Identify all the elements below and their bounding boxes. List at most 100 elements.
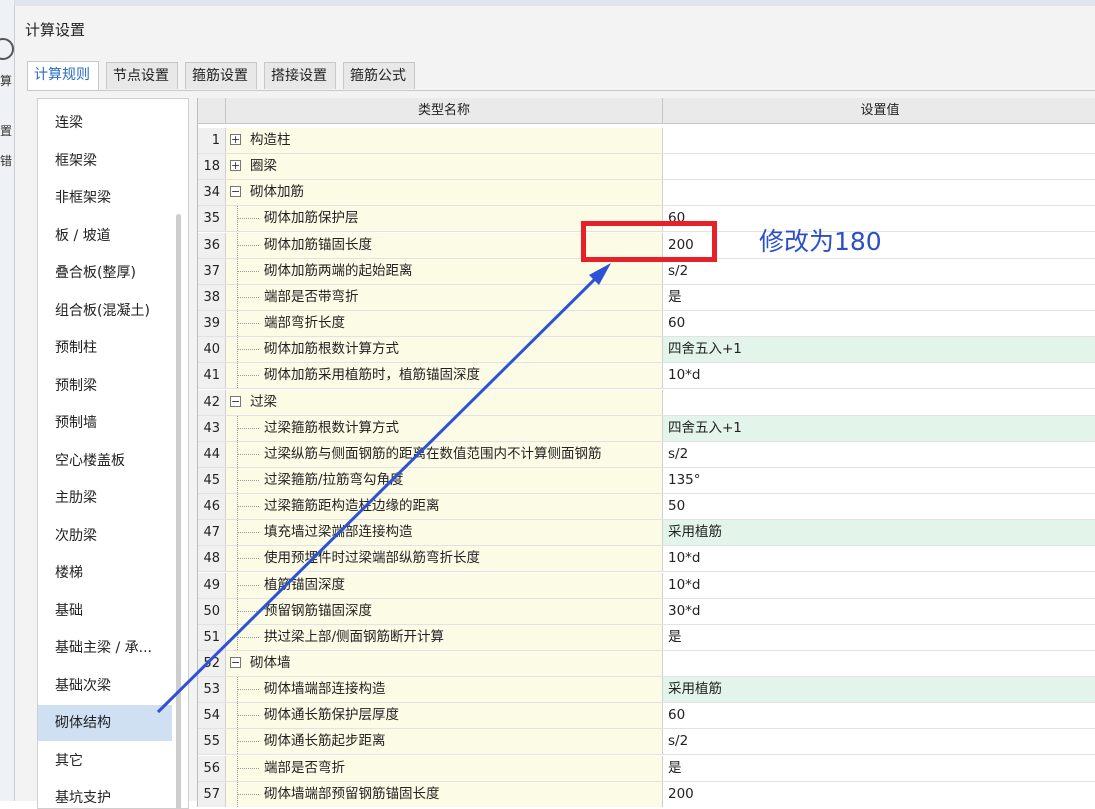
list-item[interactable]: 预制墙: [38, 405, 172, 441]
expand-icon[interactable]: +: [230, 160, 241, 172]
list-item[interactable]: 叠合板(整厚): [38, 255, 172, 291]
list-item[interactable]: 基础: [38, 593, 172, 629]
list-item[interactable]: 非框架梁: [38, 180, 172, 216]
row-name-cell[interactable]: 过梁箍筋根数计算方式: [226, 415, 663, 441]
row-value-cell[interactable]: 200: [663, 782, 1095, 807]
list-scrollbar[interactable]: [176, 214, 181, 808]
table-row[interactable]: 1 + 构造柱: [198, 128, 1095, 154]
row-name-cell[interactable]: 砌体加筋两端的起始距离: [226, 258, 663, 284]
row-value-cell[interactable]: 10*d: [663, 573, 1095, 598]
table-row[interactable]: 38 端部是否带弯折 是: [198, 284, 1095, 311]
table-row[interactable]: 52− 砌体墙: [198, 651, 1095, 677]
row-name-cell[interactable]: 使用预埋件时过梁端部纵筋弯折长度: [226, 546, 663, 572]
list-item[interactable]: 连梁: [38, 105, 172, 141]
tab-lap-settings[interactable]: 搭接设置: [264, 62, 336, 89]
row-value-cell[interactable]: 是: [663, 285, 1095, 310]
row-value-cell[interactable]: s/2: [663, 259, 1095, 284]
header-type-name[interactable]: 类型名称: [226, 98, 663, 123]
tab-node-settings[interactable]: 节点设置: [106, 62, 178, 89]
table-row[interactable]: 48 使用预埋件时过梁端部纵筋弯折长度 10*d: [198, 546, 1095, 573]
list-item[interactable]: 组合板(混凝土): [38, 293, 172, 329]
row-value-cell[interactable]: 是: [663, 625, 1095, 650]
tab-stirrup-formula[interactable]: 箍筋公式: [343, 62, 415, 89]
table-row[interactable]: 42− 过梁: [198, 389, 1095, 416]
row-name-cell[interactable]: 拱过梁上部/侧面钢筋断开计算: [226, 624, 663, 650]
row-name-cell[interactable]: 过梁纵筋与侧面钢筋的距离在数值范围内不计算侧面钢筋: [226, 441, 663, 467]
list-item[interactable]: 次肋梁: [38, 518, 172, 554]
tab-stirrup-settings[interactable]: 箍筋设置: [185, 62, 257, 89]
row-name-cell[interactable]: 填充墙过梁端部连接构造: [226, 520, 663, 546]
row-name-cell[interactable]: + 圈梁: [226, 154, 663, 180]
table-row[interactable]: 41 砌体加筋采用植筋时，植筋锚固深度 10*d: [198, 363, 1095, 390]
list-item[interactable]: 板 / 坡道: [38, 218, 172, 254]
row-name-cell[interactable]: 端部是否带弯折: [226, 284, 663, 310]
list-item[interactable]: 框架梁: [38, 143, 172, 179]
row-value-cell[interactable]: 60: [663, 703, 1095, 728]
row-value-cell[interactable]: 四舍五入+1: [663, 415, 1095, 441]
row-name-cell[interactable]: 砌体加筋采用植筋时，植筋锚固深度: [226, 363, 663, 389]
row-name-cell[interactable]: − 过梁: [226, 389, 663, 415]
row-value-cell[interactable]: 50: [663, 494, 1095, 519]
row-value-cell[interactable]: 10*d: [663, 546, 1095, 571]
row-value-cell[interactable]: 10*d: [663, 363, 1095, 388]
row-value-cell[interactable]: s/2: [663, 442, 1095, 467]
table-row[interactable]: 47 填充墙过梁端部连接构造 采用植筋: [198, 520, 1095, 547]
list-item[interactable]: 空心楼盖板: [38, 443, 172, 479]
row-value-cell[interactable]: 采用植筋: [663, 677, 1095, 703]
tab-calc-rules[interactable]: 计算规则: [27, 61, 99, 90]
row-value-cell[interactable]: [663, 180, 1095, 205]
row-value-cell[interactable]: [663, 154, 1095, 179]
list-item[interactable]: 基坑支护: [38, 780, 172, 808]
table-row[interactable]: 37 砌体加筋两端的起始距离 s/2: [198, 258, 1095, 285]
list-item[interactable]: 基础主梁 / 承...: [38, 630, 172, 666]
row-name-cell[interactable]: 端部弯折长度: [226, 311, 663, 337]
row-value-cell[interactable]: 是: [663, 756, 1095, 781]
row-name-cell[interactable]: 砌体墙端部预留钢筋锚固长度: [226, 781, 663, 807]
table-row[interactable]: 18 + 圈梁: [198, 154, 1095, 181]
row-name-cell[interactable]: 砌体墙端部连接构造: [226, 677, 663, 703]
header-setting-value[interactable]: 设置值: [663, 98, 1095, 123]
row-name-cell[interactable]: 砌体通长筋保护层厚度: [226, 703, 663, 729]
table-row[interactable]: 53 砌体墙端部连接构造 采用植筋: [198, 677, 1095, 704]
list-item[interactable]: 预制柱: [38, 330, 172, 366]
table-row[interactable]: 34− 砌体加筋: [198, 180, 1095, 207]
row-name-cell[interactable]: 过梁箍筋/拉筋弯勾角度: [226, 467, 663, 493]
list-item[interactable]: 主肋梁: [38, 480, 172, 516]
row-name-cell[interactable]: 植筋锚固深度: [226, 572, 663, 598]
table-row[interactable]: 50 预留钢筋锚固深度 30*d: [198, 598, 1095, 625]
table-row[interactable]: 44 过梁纵筋与侧面钢筋的距离在数值范围内不计算侧面钢筋 s/2: [198, 441, 1095, 468]
table-row[interactable]: 54 砌体通长筋保护层厚度 60: [198, 703, 1095, 730]
table-row[interactable]: 49 植筋锚固深度 10*d: [198, 572, 1095, 599]
row-name-cell[interactable]: 砌体通长筋起步距离: [226, 729, 663, 755]
list-item[interactable]: 楼梯: [38, 555, 172, 591]
row-value-cell[interactable]: [663, 128, 1095, 153]
list-item[interactable]: 基础次梁: [38, 668, 172, 704]
row-name-cell[interactable]: + 构造柱: [226, 128, 663, 153]
collapse-icon[interactable]: −: [230, 657, 241, 668]
collapse-icon[interactable]: −: [230, 395, 241, 407]
list-item[interactable]: 砌体结构: [38, 705, 172, 741]
row-value-cell[interactable]: [663, 390, 1095, 415]
collapse-icon[interactable]: −: [230, 186, 241, 198]
table-row[interactable]: 57 砌体墙端部预留钢筋锚固长度 200: [198, 781, 1095, 807]
table-row[interactable]: 56 端部是否弯折 是: [198, 755, 1095, 782]
row-name-cell[interactable]: 砌体加筋根数计算方式: [226, 337, 663, 363]
table-row[interactable]: 55 砌体通长筋起步距离 s/2: [198, 729, 1095, 756]
row-value-cell[interactable]: 四舍五入+1: [663, 337, 1095, 363]
row-value-cell[interactable]: [663, 651, 1095, 676]
row-value-cell[interactable]: 60: [663, 311, 1095, 336]
list-item[interactable]: 其它: [38, 743, 172, 779]
row-value-cell[interactable]: 采用植筋: [663, 520, 1095, 546]
expand-icon[interactable]: +: [230, 134, 241, 145]
table-row[interactable]: 46 过梁箍筋距构造柱边缘的距离 50: [198, 494, 1095, 521]
row-value-cell[interactable]: 30*d: [663, 599, 1095, 624]
row-name-cell[interactable]: 端部是否弯折: [226, 755, 663, 781]
row-value-cell[interactable]: s/2: [663, 729, 1095, 754]
list-item[interactable]: 预制梁: [38, 368, 172, 404]
row-name-cell[interactable]: 预留钢筋锚固深度: [226, 598, 663, 624]
table-row[interactable]: 39 端部弯折长度 60: [198, 311, 1095, 338]
row-value-cell[interactable]: 135°: [663, 468, 1095, 493]
row-name-cell[interactable]: − 砌体加筋: [226, 180, 663, 206]
table-row[interactable]: 45 过梁箍筋/拉筋弯勾角度 135°: [198, 467, 1095, 494]
table-row[interactable]: 51 拱过梁上部/侧面钢筋断开计算 是: [198, 624, 1095, 651]
